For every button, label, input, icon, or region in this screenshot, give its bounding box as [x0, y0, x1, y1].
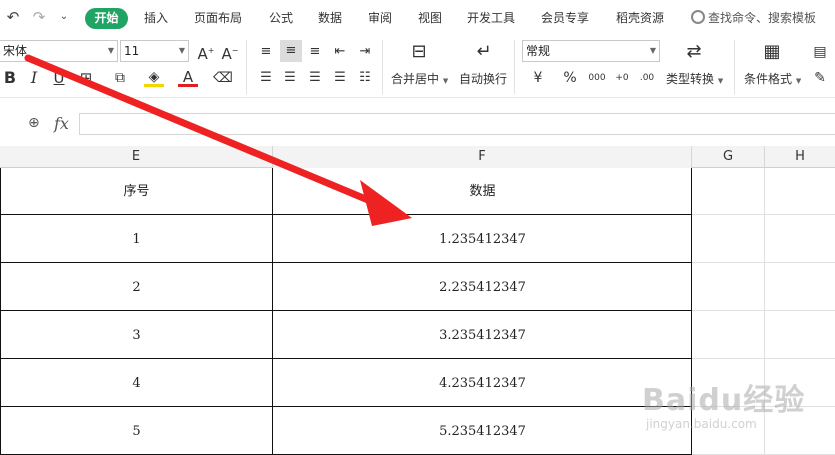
watermark-url: jingyan.baidu.com	[646, 417, 757, 431]
arrow-head	[360, 180, 412, 226]
watermark-brand: Baidu经验	[642, 383, 806, 418]
watermark: Baidu经验 jingyan.baidu.com	[628, 373, 804, 443]
arrow-shaft	[24, 54, 384, 209]
